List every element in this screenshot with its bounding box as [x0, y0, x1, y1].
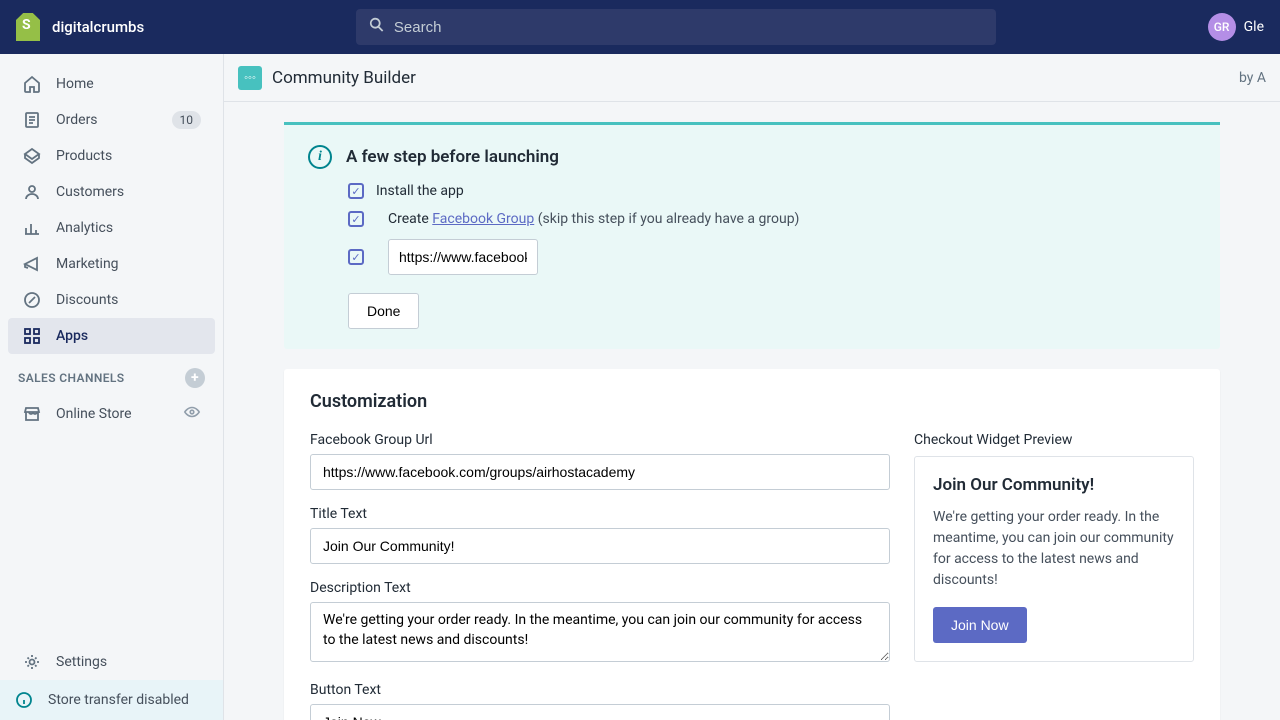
sidebar-item-analytics[interactable]: Analytics	[8, 210, 215, 246]
checkbox-icon[interactable]: ✓	[348, 183, 364, 199]
apps-icon	[22, 326, 42, 346]
info-icon	[14, 690, 34, 710]
gear-icon	[22, 652, 42, 672]
top-bar: digitalcrumbs GR Gle	[0, 0, 1280, 54]
store-transfer-notice: Store transfer disabled	[0, 680, 223, 720]
sidebar-item-label: Orders	[56, 112, 98, 128]
sidebar-item-label: Home	[56, 76, 94, 92]
setup-step-2: ✓ Create Facebook Group (skip this step …	[348, 211, 1196, 227]
app-logo-icon: ◦◦◦	[238, 66, 262, 90]
shopify-logo-icon	[16, 13, 40, 41]
preview-label: Checkout Widget Preview	[914, 432, 1194, 448]
analytics-icon	[22, 218, 42, 238]
home-icon	[22, 74, 42, 94]
customization-card: Customization Facebook Group Url Title T…	[284, 369, 1220, 720]
sidebar-item-online-store[interactable]: Online Store	[8, 396, 215, 432]
search-icon	[368, 16, 386, 38]
sidebar-item-apps[interactable]: Apps	[8, 318, 215, 354]
button-text-input[interactable]	[310, 704, 890, 720]
sales-channels-header: SALES CHANNELS +	[0, 354, 223, 396]
marketing-icon	[22, 254, 42, 274]
fb-url-input[interactable]	[310, 454, 890, 490]
facebook-group-link[interactable]: Facebook Group	[432, 211, 534, 227]
view-store-icon[interactable]	[183, 403, 201, 425]
sidebar-item-marketing[interactable]: Marketing	[8, 246, 215, 282]
title-text-label: Title Text	[310, 506, 890, 522]
title-text-input[interactable]	[310, 528, 890, 564]
widget-description: We're getting your order ready. In the m…	[933, 507, 1175, 591]
fb-url-label: Facebook Group Url	[310, 432, 890, 448]
done-button[interactable]: Done	[348, 293, 419, 329]
checkbox-icon[interactable]: ✓	[348, 249, 364, 265]
orders-icon	[22, 110, 42, 130]
facebook-url-input-small[interactable]	[388, 239, 538, 275]
avatar[interactable]: GR	[1208, 13, 1236, 41]
checkbox-icon[interactable]: ✓	[348, 211, 364, 227]
sidebar-item-label: Settings	[56, 654, 107, 670]
search-box[interactable]	[356, 9, 996, 45]
sidebar-item-label: Marketing	[56, 256, 119, 272]
sidebar-item-label: Analytics	[56, 220, 113, 236]
sidebar-item-label: Products	[56, 148, 112, 164]
description-label: Description Text	[310, 580, 890, 596]
discounts-icon	[22, 290, 42, 310]
sidebar-item-products[interactable]: Products	[8, 138, 215, 174]
sidebar-item-customers[interactable]: Customers	[8, 174, 215, 210]
setup-title: A few step before launching	[346, 147, 559, 167]
sidebar-item-label: Discounts	[56, 292, 118, 308]
widget-join-button[interactable]: Join Now	[933, 607, 1027, 643]
widget-title: Join Our Community!	[933, 475, 1175, 495]
sidebar-item-settings[interactable]: Settings	[8, 644, 215, 680]
checkout-widget-preview: Join Our Community! We're getting your o…	[914, 456, 1194, 662]
app-title: Community Builder	[272, 68, 416, 88]
store-name[interactable]: digitalcrumbs	[52, 18, 144, 36]
sidebar-item-label: Customers	[56, 184, 124, 200]
sidebar-item-label: Apps	[56, 328, 88, 344]
user-name[interactable]: Gle	[1244, 19, 1264, 35]
setup-card: i A few step before launching ✓ Install …	[284, 122, 1220, 349]
customers-icon	[22, 182, 42, 202]
button-text-label: Button Text	[310, 682, 890, 698]
sidebar: Home Orders 10 Products Customers Analyt…	[0, 54, 224, 720]
info-icon: i	[308, 145, 332, 169]
search-input[interactable]	[394, 19, 984, 36]
sidebar-item-orders[interactable]: Orders 10	[8, 102, 215, 138]
customization-title: Customization	[310, 391, 1194, 412]
sidebar-item-discounts[interactable]: Discounts	[8, 282, 215, 318]
add-channel-icon[interactable]: +	[185, 368, 205, 388]
setup-step-3: ✓	[348, 239, 1196, 275]
setup-step-1: ✓ Install the app	[348, 183, 1196, 199]
app-header: ◦◦◦ Community Builder by A	[224, 54, 1280, 102]
sidebar-item-home[interactable]: Home	[8, 66, 215, 102]
products-icon	[22, 146, 42, 166]
store-icon	[22, 404, 42, 424]
main-content: ◦◦◦ Community Builder by A i A few step …	[224, 54, 1280, 720]
orders-badge: 10	[172, 111, 202, 129]
app-author: by A	[1239, 70, 1266, 86]
description-input[interactable]: We're getting your order ready. In the m…	[310, 602, 890, 662]
sidebar-item-label: Online Store	[56, 406, 132, 422]
